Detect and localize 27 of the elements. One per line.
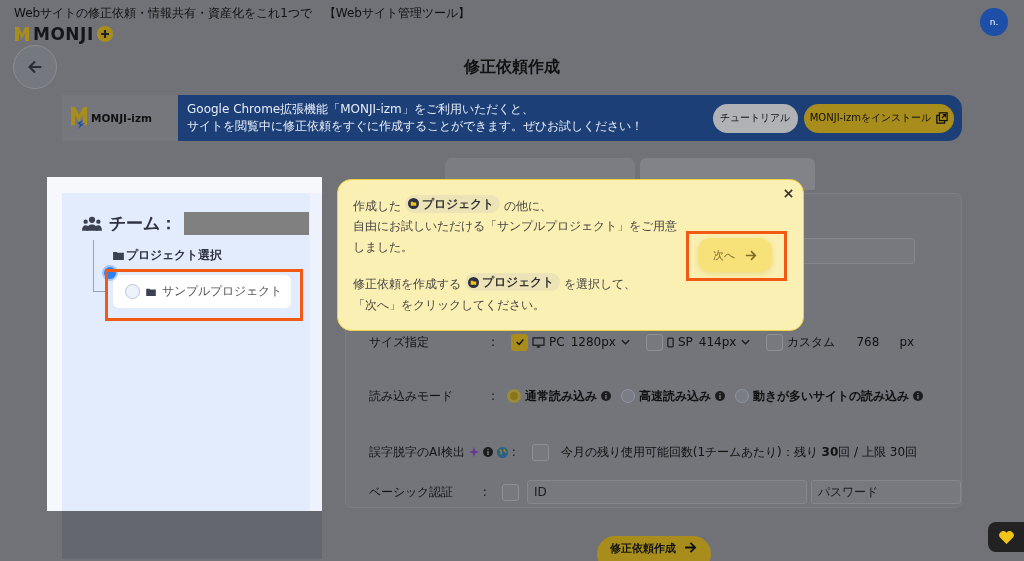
banner-text: Google Chrome拡張機能「MONJI-izm」をご利用いただくと、 サイトを閲覧中に修正依頼をすぐに作成することができます。ぜひお試しください！ [187, 101, 643, 135]
extension-logo-text: MONJI-izm [91, 112, 152, 124]
tour-text: 作成した プロジェクト の他に、 自由にお試しいただける「サンプルプロジェクト」をご用意 しました。 [353, 194, 677, 256]
usage-text: 今月の残り使用可能回数(1チームあたり)：残り 30回 / 上限 30回 [560, 443, 918, 461]
field-label: 誤字脱字のAI検出 [369, 443, 465, 461]
tour-text: 修正依頼を作成する プロジェクト を選択して、 「次へ」をクリックしてください。 [353, 273, 637, 314]
separator: : [491, 389, 497, 403]
tagline: Webサイトの修正依頼・情報共有・資産化をこれ1つで 【Webサイト管理ツール】 [14, 5, 470, 22]
custom-label: カスタム [787, 333, 836, 351]
separator: : [491, 335, 497, 349]
field-label: ベーシック認証 [369, 483, 454, 501]
field-label: 読み込みモード [369, 387, 454, 405]
project-chip: プロジェクト [465, 273, 560, 291]
project-name: サンプルプロジェクト [162, 283, 282, 300]
mode-label: 通常読み込み [525, 387, 597, 405]
device-label: PC [549, 335, 565, 349]
field-label: サイズ指定 [369, 333, 430, 351]
section-label: プロジェクト選択 [126, 246, 222, 264]
mode-label: 動きが多いサイトの読み込み [753, 387, 909, 405]
page-title: 修正依頼作成 [462, 56, 561, 78]
team-label: チーム： [109, 211, 177, 235]
project-chip: プロジェクト [405, 194, 500, 213]
device-label: SP [677, 335, 693, 349]
mode-label: 高速読み込み [639, 387, 711, 405]
separator: : [511, 445, 517, 459]
separator: : [482, 485, 488, 499]
unit-label: px [899, 335, 915, 349]
